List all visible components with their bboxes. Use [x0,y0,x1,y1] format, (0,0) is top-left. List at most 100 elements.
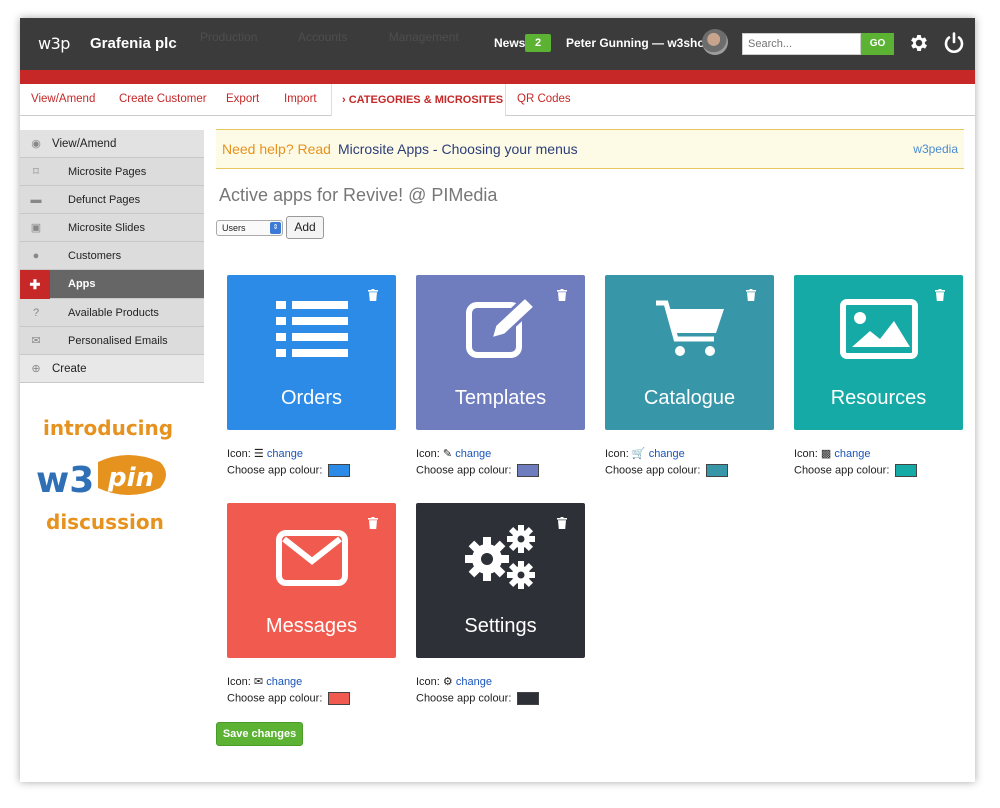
sidebar: ◉ View/Amend ⌑ Microsite Pages ▬ Defunct… [20,130,204,383]
cart-icon [655,300,724,356]
w3pin-logo-pin: pin [107,463,154,493]
icon-label: Icon: [416,676,440,688]
sidebar-item-defunct-pages[interactable]: ▬ Defunct Pages [20,186,204,214]
question-icon: ? [32,307,40,319]
app-icon-row: Icon: 🛒 change [605,447,685,460]
colour-swatch[interactable] [328,464,351,477]
sidebar-item-label: Create [52,363,87,375]
promo-introducing: introducing [43,416,174,440]
colour-swatch[interactable] [706,464,729,477]
icon-label: Icon: [416,448,440,460]
colour-swatch[interactable] [517,692,540,705]
sidebar-item-microsite-pages[interactable]: ⌑ Microsite Pages [20,158,204,186]
w3p-logo[interactable]: w3p [38,34,70,53]
app-icon-row: Icon: ✎ change [416,447,491,460]
change-icon-link[interactable]: change [455,448,491,460]
nav-import[interactable]: Import [284,93,317,105]
app-type-select-value: Users [222,223,246,233]
search-go-button[interactable]: GO [861,33,894,55]
trash-icon[interactable] [557,289,567,301]
sidebar-item-microsite-slides[interactable]: ▣ Microsite Slides [20,214,204,242]
w3pedia-logo[interactable]: w3pedia [913,142,958,156]
image-icon: ▣ [30,222,42,234]
app-colour-row: Choose app colour: [416,464,540,477]
envelope-icon: ✉ [31,335,41,347]
change-icon-link[interactable]: change [456,676,492,688]
promo-discussion: discussion [46,510,164,534]
sidebar-item-label: Customers [68,250,122,262]
colour-label: Choose app colour: [227,692,323,705]
change-icon-link[interactable]: change [834,448,870,460]
tab-production[interactable]: Production [200,30,257,44]
tab-management[interactable]: Management [389,30,459,44]
app-tile-catalogue[interactable]: Catalogue [605,275,774,430]
sidebar-item-customers[interactable]: ● Customers [20,242,204,270]
sidebar-item-personalised-emails[interactable]: ✉ Personalised Emails [20,327,204,355]
sidebar-item-apps[interactable]: ✚ Apps [20,270,204,299]
list-icon [275,301,348,357]
nav-create-customer[interactable]: Create Customer [119,93,207,105]
list-icon: ☰ [253,448,264,460]
users-icon: ● [32,250,40,262]
app-tile-label: Catalogue [643,387,736,409]
app-tile-templates[interactable]: Templates [416,275,585,430]
change-icon-link[interactable]: change [266,676,302,688]
sidebar-item-label: Apps [68,278,96,290]
colour-swatch[interactable] [328,692,351,705]
picture-icon: ▩ [820,448,832,460]
save-changes-button[interactable]: Save changes [216,722,303,746]
cogs-icon: ⚙ [442,676,453,688]
power-icon[interactable] [942,31,966,55]
trash-icon[interactable] [368,289,378,301]
sidebar-item-label: View/Amend [52,138,117,150]
nav-qr-codes[interactable]: QR Codes [517,93,571,105]
company-name[interactable]: Grafenia plc [90,35,177,52]
bookmark-icon: ⌑ [33,166,39,178]
app-tile-messages[interactable]: Messages [227,503,396,658]
trash-icon[interactable] [935,289,945,301]
help-link[interactable]: Microsite Apps - Choosing your menus [338,141,578,157]
colour-swatch[interactable] [895,464,918,477]
sub-nav-bar [20,70,975,84]
sidebar-item-create[interactable]: ⊕ Create [20,355,204,383]
nav-export[interactable]: Export [226,93,259,105]
icon-label: Icon: [227,676,251,688]
news-link[interactable]: News [494,36,525,50]
sidebar-item-label: Microsite Slides [68,222,146,234]
change-icon-link[interactable]: change [267,448,303,460]
colour-swatch[interactable] [517,464,540,477]
sidebar-item-label: Defunct Pages [68,194,141,206]
app-tile-label: Settings [464,615,537,637]
w3pin-promo[interactable]: introducing w3 pin discussion [30,416,190,540]
gear-icon[interactable] [908,32,930,54]
plus-circle-icon: ⊕ [31,363,41,375]
nav-view-amend[interactable]: View/Amend [31,93,95,105]
sidebar-item-available-products[interactable]: ? Available Products [20,299,204,327]
trash-icon[interactable] [368,517,378,529]
app-type-select[interactable]: Users ⇕ [216,220,283,236]
news-count-badge[interactable]: 2 [525,34,551,52]
top-bar: w3p Grafenia plc Production Accounts Man… [20,18,975,70]
app-tile-settings[interactable]: Settings [416,503,585,658]
trash-icon[interactable] [746,289,756,301]
search-input[interactable] [742,33,861,55]
envelope-icon: ✉ [253,676,264,688]
user-name[interactable]: Peter Gunning — w3shop [566,36,712,50]
help-banner: Need help? Read Microsite Apps - Choosin… [216,129,964,169]
app-tile-label: Templates [454,387,547,409]
icon-label: Icon: [227,448,251,460]
sidebar-item-view-amend[interactable]: ◉ View/Amend [20,130,204,158]
envelope-icon [275,530,348,586]
section-nav: View/Amend Create Customer Export Import… [20,84,975,116]
app-window: w3p Grafenia plc Production Accounts Man… [20,18,975,782]
avatar[interactable] [702,29,728,55]
nav-categories-microsites[interactable]: › CATEGORIES & MICROSITES [331,84,506,116]
w3pin-logo: w3 pin [36,455,166,501]
app-tile-orders[interactable]: Orders [227,275,396,430]
app-tile-resources[interactable]: Resources [794,275,963,430]
add-app-button[interactable]: Add [286,216,324,239]
tab-accounts[interactable]: Accounts [298,30,347,44]
trash-icon[interactable] [557,517,567,529]
colour-label: Choose app colour: [416,464,512,477]
change-icon-link[interactable]: change [649,448,685,460]
